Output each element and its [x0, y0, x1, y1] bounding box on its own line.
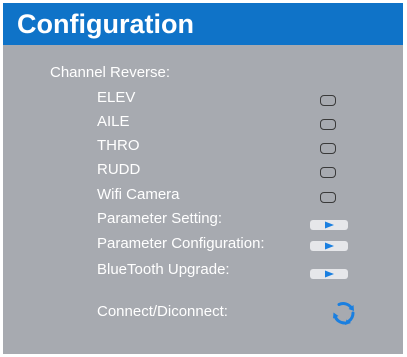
play-icon: [325, 242, 334, 250]
thro-reverse-checkbox[interactable]: [320, 143, 336, 154]
parameter-setting-label: Parameter Setting:: [97, 210, 223, 227]
channel-label-elev: ELEV: [97, 89, 136, 106]
parameter-configuration-label: Parameter Configuration:: [97, 235, 265, 252]
rudd-reverse-checkbox[interactable]: [320, 167, 336, 178]
play-icon: [325, 221, 334, 229]
channel-reverse-heading: Channel Reverse:: [50, 64, 171, 81]
wifi-camera-checkbox[interactable]: [320, 192, 336, 203]
channel-label-wifi-camera: Wifi Camera: [97, 186, 180, 203]
connect-disconnect-label: Connect/Diconnect:: [97, 303, 228, 320]
title-bar: Configuration: [3, 3, 403, 45]
aile-reverse-checkbox[interactable]: [320, 119, 336, 130]
parameter-configuration-button[interactable]: [310, 241, 348, 251]
channel-label-rudd: RUDD: [97, 161, 141, 178]
channel-label-aile: AILE: [97, 113, 130, 130]
page-title: Configuration: [17, 9, 194, 39]
connect-toggle-button[interactable]: [331, 300, 357, 326]
refresh-icon: [333, 302, 355, 325]
parameter-setting-button[interactable]: [310, 220, 348, 230]
elev-reverse-checkbox[interactable]: [320, 95, 336, 106]
channel-label-thro: THRO: [97, 137, 140, 154]
configuration-panel: Configuration Channel Reverse: ELEV AILE…: [3, 3, 403, 354]
play-icon: [325, 270, 334, 278]
bluetooth-upgrade-label: BlueTooth Upgrade:: [97, 261, 230, 278]
bluetooth-upgrade-button[interactable]: [310, 269, 348, 279]
